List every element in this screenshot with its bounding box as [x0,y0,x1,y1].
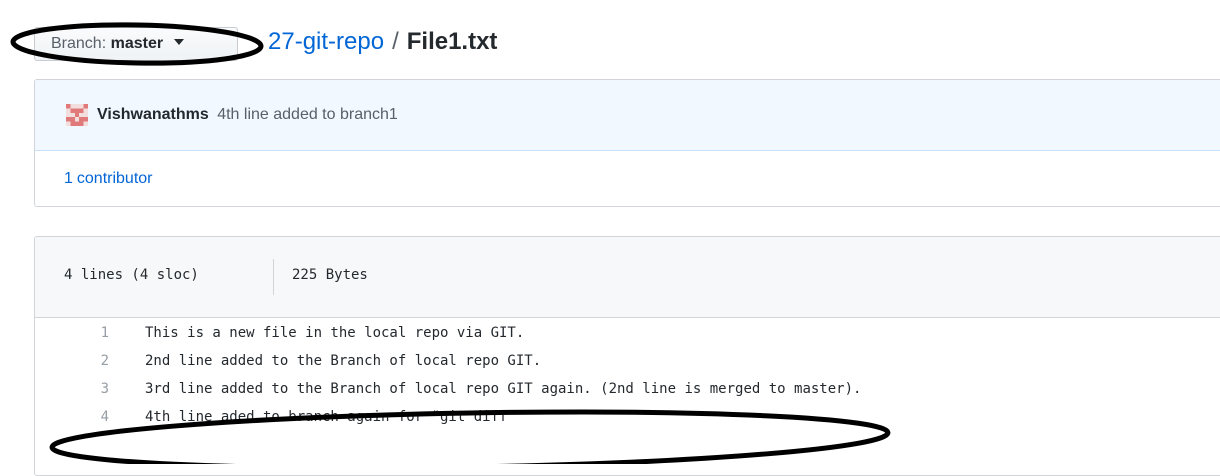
line-number[interactable]: 4 [35,403,109,431]
caret-down-icon [173,39,184,45]
code-line: 2 2nd line added to the Branch of local … [35,347,1220,375]
file-size: 225 Bytes [292,267,368,283]
line-number[interactable]: 1 [35,319,109,347]
branch-select-button[interactable]: Branch: master [34,27,238,61]
repo-link[interactable]: 27-git-repo [268,28,384,55]
line-code: 3rd line added to the Branch of local re… [145,381,862,397]
file-name: File1.txt [406,28,498,55]
contributors-link[interactable]: 1 contributor [64,168,153,190]
branch-name: master [110,35,164,52]
line-number[interactable]: 2 [35,347,109,375]
commit-tease-box: Vishwanathms 4th line added to branch1 1… [34,79,1220,207]
line-code: 2nd line added to the Branch of local re… [145,353,542,369]
line-code: 4th line aded to branch again for "git d… [145,409,516,425]
code-line: 1 This is a new file in the local repo v… [35,319,1220,347]
breadcrumb: 27-git-repo / File1.txt [268,24,497,60]
contributor-count: 1 [64,170,73,187]
line-number[interactable]: 3 [35,375,109,403]
file-header: 4 lines (4 sloc) 225 Bytes [35,237,1220,318]
commit-message[interactable]: 4th line added to branch1 [217,106,398,123]
file-line-count: 4 lines (4 sloc) [64,267,199,283]
breadcrumb-separator: / [392,28,399,55]
file-view-box: 4 lines (4 sloc) 225 Bytes 1 This is a n… [34,236,1220,476]
line-code: This is a new file in the local repo via… [145,325,525,341]
commit-author[interactable]: Vishwanathms [97,106,209,123]
branch-prefix: Branch: [51,35,107,52]
contributor-label: contributor [76,170,153,187]
code-line: 4 4th line aded to branch again for "git… [35,403,1220,431]
commit-summary: Vishwanathms 4th line added to branch1 [97,102,398,128]
avatar-icon[interactable] [66,104,88,126]
file-info-divider [273,259,274,295]
code-line: 3 3rd line added to the Branch of local … [35,375,1220,403]
commit-tease-header: Vishwanathms 4th line added to branch1 [35,80,1220,151]
